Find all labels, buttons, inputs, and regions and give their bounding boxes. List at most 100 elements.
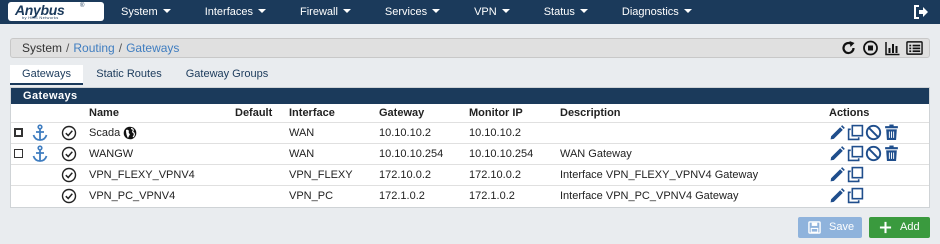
- edit-pencil-icon[interactable]: [829, 187, 846, 204]
- row-actions: [829, 166, 929, 183]
- gateways-table: Name Default Interface Gateway Monitor I…: [11, 104, 929, 206]
- breadcrumb-routing[interactable]: Routing: [73, 41, 114, 55]
- anchor-icon[interactable]: [31, 144, 49, 163]
- logo-tagline: by HMS Networks: [22, 15, 59, 20]
- logout-icon[interactable]: [912, 3, 930, 21]
- gateway-description: WAN Gateway: [560, 142, 829, 164]
- chevron-down-icon: [501, 9, 510, 13]
- anybus-logo[interactable]: Anybus ® by HMS Networks: [8, 2, 104, 21]
- copy-icon[interactable]: [847, 124, 864, 141]
- menu-system[interactable]: System: [104, 0, 188, 24]
- tab-static-routes[interactable]: Static Routes: [88, 65, 170, 85]
- breadcrumb-separator: /: [118, 41, 123, 55]
- table-row: Scada WAN 10.10.10.2 10.10.10.2: [11, 121, 929, 143]
- edit-pencil-icon[interactable]: [829, 145, 846, 162]
- gateway-name: VPN_PC_VPNV4: [89, 184, 235, 206]
- save-button-label: Save: [829, 221, 855, 233]
- gateway-monitor-ip: 172.10.0.2: [469, 163, 560, 185]
- gateway-interface: WAN: [289, 142, 379, 164]
- menu-status[interactable]: Status: [527, 0, 605, 24]
- edit-pencil-icon[interactable]: [829, 166, 846, 183]
- menu-firewall-label: Firewall: [300, 6, 338, 18]
- copy-icon[interactable]: [847, 145, 864, 162]
- page-tools: [840, 40, 923, 56]
- menu-interfaces[interactable]: Interfaces: [188, 0, 283, 24]
- header-description: Description: [560, 106, 621, 119]
- menu-vpn[interactable]: VPN: [457, 0, 527, 24]
- tab-gateways[interactable]: Gateways: [10, 65, 83, 85]
- gateway-default: [235, 121, 289, 143]
- save-disk-icon: [808, 221, 821, 234]
- status-graph-icon[interactable]: [884, 40, 901, 56]
- gateway-name: Scada: [89, 126, 121, 139]
- logo-registered-mark: ®: [80, 3, 85, 9]
- gateway-interface: WAN: [289, 121, 379, 143]
- gateway-name: VPN_FLEXY_VPNV4: [89, 163, 235, 185]
- gateways-panel: Gateways Name Default Interface Gateway …: [10, 87, 930, 208]
- table-row: WANGW WAN 10.10.10.254 10.10.10.254 WAN …: [11, 142, 929, 164]
- header-name: Name: [89, 106, 119, 119]
- gateway-monitor-ip: 10.10.10.2: [469, 121, 560, 143]
- delete-trash-icon[interactable]: [883, 124, 900, 141]
- header-actions: Actions: [829, 106, 870, 119]
- row-actions: [829, 124, 929, 141]
- breadcrumb-separator: /: [66, 41, 70, 55]
- check-circle-icon: [61, 146, 77, 161]
- chevron-down-icon: [579, 9, 588, 13]
- breadcrumb-system: System: [22, 41, 63, 55]
- plus-icon: [879, 221, 892, 234]
- main-menu: System Interfaces Firewall Services VPN …: [104, 0, 709, 24]
- gateway-address: 10.10.10.254: [379, 142, 469, 164]
- gateway-description: [560, 121, 829, 143]
- panel-title: Gateways: [11, 88, 929, 104]
- breadcrumb-gateways[interactable]: Gateways: [126, 41, 179, 55]
- save-button[interactable]: Save: [798, 217, 862, 238]
- gateway-default: [235, 184, 289, 206]
- copy-icon[interactable]: [847, 166, 864, 183]
- edit-pencil-icon[interactable]: [829, 124, 846, 141]
- gateway-description: Interface VPN_PC_VPNV4 Gateway: [560, 184, 829, 206]
- delete-trash-icon[interactable]: [883, 145, 900, 162]
- disable-ban-icon[interactable]: [865, 124, 882, 141]
- gateway-address: 172.10.0.2: [379, 163, 469, 185]
- chevron-down-icon: [342, 9, 351, 13]
- copy-icon[interactable]: [847, 187, 864, 204]
- row-select-checkbox[interactable]: [14, 148, 23, 158]
- row-select-checkbox[interactable]: [14, 127, 23, 137]
- check-circle-icon: [61, 125, 77, 140]
- row-actions: [829, 187, 929, 204]
- menu-vpn-label: VPN: [474, 6, 497, 18]
- menu-diagnostics-label: Diagnostics: [621, 6, 679, 18]
- menu-diagnostics[interactable]: Diagnostics: [605, 0, 709, 24]
- disable-ban-icon[interactable]: [865, 145, 882, 162]
- menu-services-label: Services: [384, 6, 428, 18]
- menu-services[interactable]: Services: [368, 0, 457, 24]
- chevron-down-icon: [258, 9, 266, 13]
- add-gateway-button[interactable]: Add: [869, 217, 930, 238]
- globe-icon: [123, 126, 137, 139]
- table-row: VPN_FLEXY_VPNV4 VPN_FLEXY 172.10.0.2 172…: [11, 163, 929, 185]
- gateway-monitor-ip: 10.10.10.254: [469, 142, 560, 164]
- row-actions: [829, 145, 929, 162]
- menu-firewall[interactable]: Firewall: [283, 0, 368, 24]
- table-row: VPN_PC_VPNV4 VPN_PC 172.1.0.2 172.1.0.2 …: [11, 184, 929, 206]
- gateway-name: WANGW: [89, 142, 235, 164]
- stop-service-icon[interactable]: [862, 40, 879, 56]
- reload-icon[interactable]: [840, 40, 857, 56]
- gateway-description: Interface VPN_FLEXY_VPNV4 Gateway: [560, 163, 829, 185]
- log-list-icon[interactable]: [906, 40, 923, 56]
- gateway-address: 10.10.10.2: [379, 121, 469, 143]
- check-circle-icon: [61, 188, 77, 203]
- gateway-default: [235, 163, 289, 185]
- tab-gateway-groups[interactable]: Gateway Groups: [180, 65, 274, 85]
- chevron-down-icon: [432, 9, 441, 13]
- chevron-down-icon: [162, 9, 171, 13]
- header-gateway: Gateway: [379, 106, 425, 119]
- breadcrumb: System / Routing / Gateways: [22, 41, 179, 55]
- gateway-default: [235, 142, 289, 164]
- table-header-row: Name Default Interface Gateway Monitor I…: [11, 104, 929, 122]
- gateway-interface: VPN_PC: [289, 184, 379, 206]
- header-interface: Interface: [289, 106, 335, 119]
- header-anchor: [31, 104, 61, 122]
- anchor-icon[interactable]: [31, 123, 49, 142]
